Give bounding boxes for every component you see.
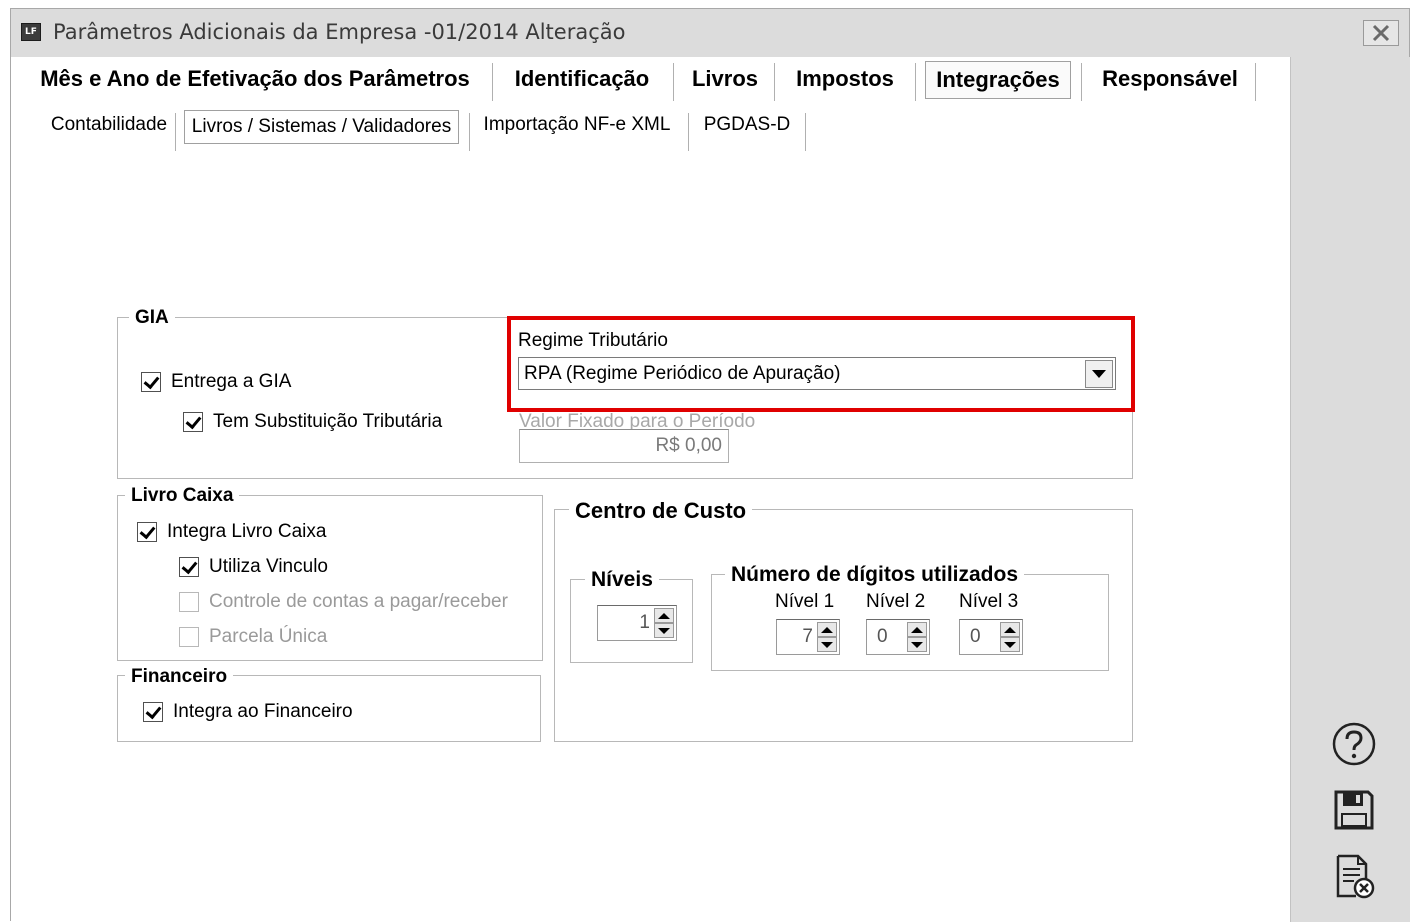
integra-financeiro-label: Integra ao Financeiro: [173, 701, 353, 722]
subtab-importacao-nfe[interactable]: Importação NF-e XML: [477, 107, 677, 143]
spin-up-icon[interactable]: [1000, 622, 1020, 637]
controle-contas-checkbox: [179, 592, 199, 612]
tab-divider: [469, 113, 470, 151]
utiliza-vinculo-checkbox[interactable]: [179, 557, 199, 577]
main-tab-bar: Mês e Ano de Efetivação dos Parâmetros I…: [11, 57, 1290, 103]
spin-up-icon[interactable]: [654, 608, 674, 623]
close-icon: [1372, 24, 1390, 42]
integra-financeiro-checkbox[interactable]: [143, 702, 163, 722]
integra-livro-caixa-row[interactable]: Integra Livro Caixa: [137, 521, 326, 543]
tab-mes-ano[interactable]: Mês e Ano de Efetivação dos Parâmetros: [25, 57, 485, 101]
gia-group-title: GIA: [129, 307, 175, 329]
digitos-title: Número de dígitos utilizados: [725, 563, 1025, 587]
tab-divider: [175, 113, 176, 151]
nivel1-stepper[interactable]: 7: [776, 619, 840, 655]
parcela-unica-row: Parcela Única: [179, 626, 327, 648]
tab-responsavel[interactable]: Responsável: [1091, 57, 1249, 101]
nivel2-label: Nível 2: [866, 591, 926, 612]
subtab-contabilidade[interactable]: Contabilidade: [33, 107, 185, 143]
tab-divider: [673, 63, 674, 101]
integra-livro-caixa-checkbox[interactable]: [137, 522, 157, 542]
tab-divider: [1081, 63, 1082, 101]
niveis-title: Níveis: [585, 568, 659, 592]
tab-divider: [688, 113, 689, 151]
spin-down-icon[interactable]: [817, 637, 837, 652]
nivel1-value: 7: [802, 626, 813, 647]
controle-contas-label: Controle de contas a pagar/receber: [209, 591, 508, 612]
entrega-gia-checkbox[interactable]: [141, 372, 161, 392]
help-button[interactable]: [1331, 721, 1377, 767]
centro-custo-title: Centro de Custo: [569, 498, 753, 524]
spin-down-icon[interactable]: [1000, 637, 1020, 652]
title-bar: LF Parâmetros Adicionais da Empresa -01/…: [11, 9, 1409, 57]
substituicao-checkbox[interactable]: [183, 412, 203, 432]
spin-up-icon[interactable]: [907, 622, 927, 637]
tab-divider: [805, 113, 806, 151]
utiliza-vinculo-label: Utiliza Vinculo: [209, 556, 328, 577]
niveis-value: 1: [639, 612, 650, 633]
valor-fixado-input[interactable]: R$ 0,00: [519, 429, 729, 463]
regime-tributario-value: RPA (Regime Periódico de Apuração): [524, 362, 841, 384]
parcela-unica-checkbox: [179, 627, 199, 647]
cancel-document-icon: [1336, 854, 1375, 899]
tab-divider: [915, 63, 916, 101]
content-area: Mês e Ano de Efetivação dos Parâmetros I…: [11, 57, 1290, 922]
tab-identificacao[interactable]: Identificação: [501, 57, 663, 101]
dialog-window: LF Parâmetros Adicionais da Empresa -01/…: [10, 8, 1410, 922]
tab-impostos[interactable]: Impostos: [781, 57, 909, 101]
app-icon: LF: [21, 23, 41, 41]
nivel3-value: 0: [970, 626, 981, 647]
cancel-document-button[interactable]: [1331, 853, 1377, 899]
window-title: Parâmetros Adicionais da Empresa -01/201…: [53, 20, 626, 44]
tab-integracoes[interactable]: Integrações: [925, 61, 1071, 99]
save-button[interactable]: [1331, 787, 1377, 833]
tab-divider: [1255, 63, 1256, 101]
livro-caixa-title: Livro Caixa: [125, 485, 240, 507]
parcela-unica-label: Parcela Única: [209, 626, 328, 647]
nivel2-stepper[interactable]: 0: [866, 619, 930, 655]
substituicao-checkbox-row[interactable]: Tem Substituição Tributária: [183, 411, 442, 433]
financeiro-title: Financeiro: [125, 666, 234, 688]
tab-divider: [492, 63, 493, 101]
spin-down-icon[interactable]: [654, 623, 674, 638]
spin-down-icon[interactable]: [907, 637, 927, 652]
regime-tributario-label: Regime Tributário: [518, 330, 668, 351]
chevron-down-icon[interactable]: [1085, 359, 1113, 388]
entrega-gia-label: Entrega a GIA: [171, 371, 292, 392]
controle-contas-row: Controle de contas a pagar/receber: [179, 591, 508, 613]
nivel1-label: Nível 1: [775, 591, 835, 612]
tab-livros[interactable]: Livros: [681, 57, 769, 101]
tab-divider: [774, 63, 775, 101]
integra-financeiro-row[interactable]: Integra ao Financeiro: [143, 701, 353, 723]
substituicao-label: Tem Substituição Tributária: [213, 411, 443, 432]
nivel3-label: Nível 3: [959, 591, 1019, 612]
action-panel: [1290, 57, 1410, 922]
subtab-pgdas[interactable]: PGDAS-D: [697, 107, 797, 143]
utiliza-vinculo-row[interactable]: Utiliza Vinculo: [179, 556, 328, 578]
close-button[interactable]: [1363, 20, 1399, 46]
entrega-gia-checkbox-row[interactable]: Entrega a GIA: [141, 371, 291, 393]
nivel3-stepper[interactable]: 0: [959, 619, 1023, 655]
integra-livro-caixa-label: Integra Livro Caixa: [167, 521, 327, 542]
niveis-stepper[interactable]: 1: [597, 605, 677, 641]
spin-up-icon[interactable]: [817, 622, 837, 637]
save-icon: [1334, 790, 1374, 830]
nivel2-value: 0: [877, 626, 888, 647]
help-icon: [1332, 722, 1376, 766]
subtab-livros-sistemas[interactable]: Livros / Sistemas / Validadores: [184, 110, 459, 144]
regime-tributario-select[interactable]: RPA (Regime Periódico de Apuração): [518, 357, 1116, 390]
